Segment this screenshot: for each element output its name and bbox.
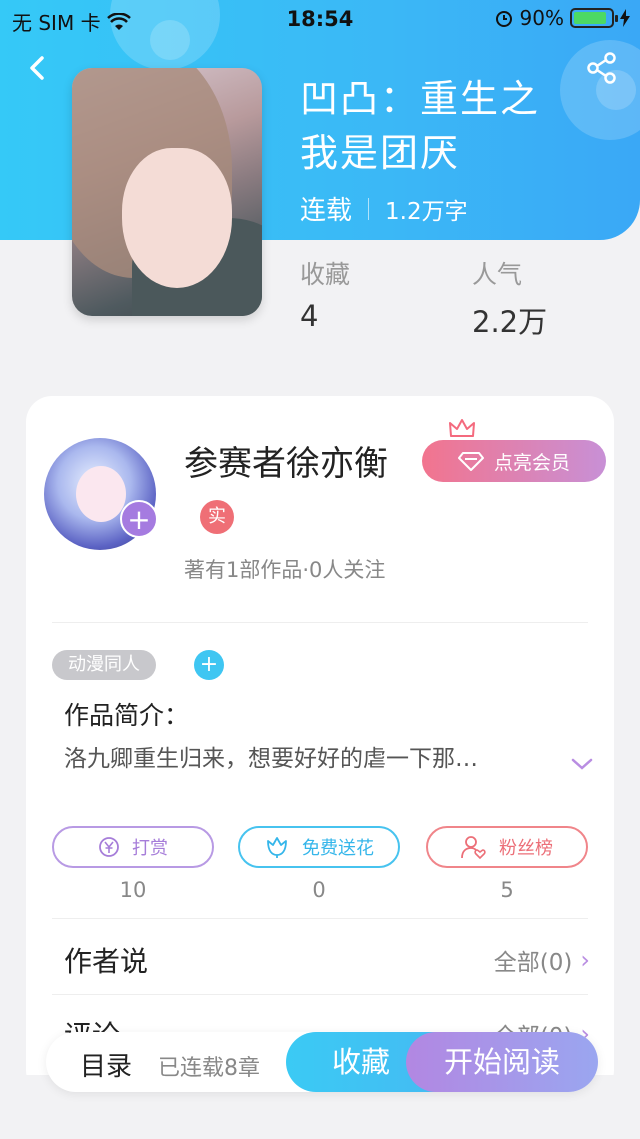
stat-popularity: 人气 2.2万 <box>472 260 548 339</box>
author-says-row[interactable]: 作者说 全部(0) › <box>64 940 590 980</box>
flower-icon <box>267 837 287 858</box>
fan-count: 5 <box>500 878 514 902</box>
author-says-count: 全部(0) <box>493 950 573 976</box>
catalog-button[interactable]: 目录 <box>80 1046 132 1083</box>
status-bar: 无 SIM 卡 18:54 90% <box>0 0 640 40</box>
alarm-icon <box>495 11 512 27</box>
book-cover-image[interactable] <box>72 68 262 316</box>
author-says-title: 作者说 <box>64 945 149 978</box>
chevron-down-icon[interactable] <box>570 754 594 774</box>
book-title: 凹凸：重生之 我是团厌 <box>300 77 541 175</box>
divider <box>52 622 588 623</box>
author-name[interactable]: 参赛者徐亦衡 <box>184 436 388 485</box>
stat-favorites: 收藏 4 <box>300 260 351 333</box>
vip-button[interactable]: 点亮会员 <box>422 440 606 482</box>
book-meta: 连载 1.2万字 <box>300 190 468 227</box>
battery-icon <box>570 8 618 28</box>
tip-button[interactable]: 打赏 <box>52 826 214 868</box>
add-tag-button[interactable]: + <box>194 650 224 680</box>
back-button[interactable] <box>20 50 56 86</box>
genre-tag[interactable]: 动漫同人 <box>52 650 156 680</box>
flower-count: 0 <box>312 878 326 902</box>
send-flower-button[interactable]: 免费送花 <box>238 826 400 868</box>
book-detail-card: + 参赛者徐亦衡 点亮会员 实 著有1部作品·0人关注 动漫同人 + 作品简介：… <box>26 396 614 1096</box>
divider <box>52 918 588 919</box>
crown-icon <box>449 419 475 437</box>
follow-author-button[interactable]: + <box>120 500 158 538</box>
tip-count: 10 <box>119 878 147 902</box>
battery-percent: 90% <box>519 6 564 30</box>
fan-rank-button[interactable]: 粉丝榜 <box>426 826 588 868</box>
divider <box>52 994 588 995</box>
diamond-icon <box>457 452 484 471</box>
fan-rank-icon <box>461 836 486 859</box>
yuan-coin-icon <box>99 837 119 857</box>
chapters-info: 已连载8章 <box>158 1056 260 1081</box>
book-status: 连载 <box>300 196 353 226</box>
chevron-right-icon: › <box>580 946 590 974</box>
chevron-left-icon <box>30 56 44 80</box>
intro-text: 洛九卿重生归来，想要好好的虐一下那… <box>64 746 478 772</box>
real-name-badge: 实 <box>200 500 234 534</box>
author-works-info: 著有1部作品·0人关注 <box>184 558 386 582</box>
bottom-action-bar: 目录 已连载8章 收藏 开始阅读 <box>46 1032 598 1092</box>
charging-icon <box>620 9 630 27</box>
start-reading-button[interactable]: 开始阅读 <box>406 1032 598 1092</box>
word-count: 1.2万字 <box>385 198 468 225</box>
intro-title: 作品简介： <box>64 701 190 730</box>
